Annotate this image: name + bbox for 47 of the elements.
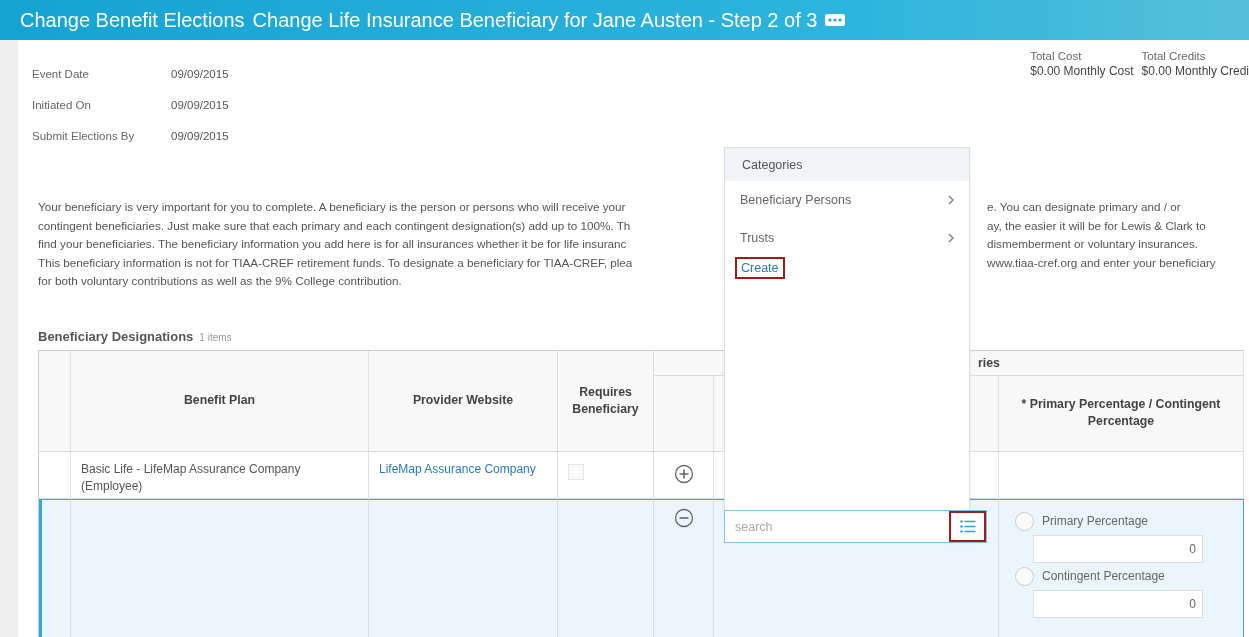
section-title: Beneficiary Designations — [38, 328, 194, 344]
remove-icon[interactable] — [673, 507, 694, 528]
field-label: Event Date — [32, 67, 90, 80]
field-label: Initiated On — [32, 98, 92, 111]
provider-link[interactable]: LifeMap Assurance Company — [369, 451, 546, 498]
intro-text: ay, the easier it will be for Lewis & Clark to — [987, 218, 1206, 234]
column-header: Requires Beneficiary — [558, 350, 654, 452]
radio-button[interactable] — [1015, 566, 1034, 586]
total-label: Total Cost — [1030, 50, 1083, 62]
page-title: Change Benefit Elections — [20, 8, 245, 32]
create-link[interactable]: Create — [735, 257, 785, 279]
table-cell — [39, 451, 71, 499]
list-icon[interactable] — [949, 511, 986, 542]
intro-text: This beneficiary information is not for TIAA-CREF retirement funds. To designate a beneficiary for TIAA-CREF, plea — [38, 255, 634, 271]
chevron-icon — [947, 233, 955, 243]
field-value: 09/09/2015 — [171, 98, 229, 111]
table-cell: Basic Life - LifeMap Assurance Company (Employee) — [71, 451, 369, 499]
intro-text: contingent beneficiaries. Just make sure that each primary and each contingent designation(s) add up to 100%. Th — [38, 218, 632, 234]
intro-text: for both voluntary contributions as well as the 9% College contribution. — [38, 274, 403, 289]
total-label: Total Credits — [1141, 50, 1207, 62]
checkbox[interactable] — [568, 463, 584, 480]
column-header: * Primary Percentage / Contingent Percentage — [999, 375, 1244, 452]
intro-text: Your beneficiary is very important for you to complete. A beneficiary is the person or persons who will receive your — [38, 200, 627, 215]
more-icon[interactable] — [825, 14, 846, 26]
radio-label: Primary Percentage — [1042, 514, 1149, 528]
percentage-field[interactable]: 0 — [1033, 534, 1203, 563]
field-label: Submit Elections By — [32, 129, 136, 142]
radio-label: Contingent Percentage — [1042, 569, 1165, 583]
intro-text: e. You can designate primary and / or — [987, 200, 1181, 215]
total-value: $0.00 Monthly Credi — [1141, 64, 1249, 78]
intro-text: www.tiaa-cref.org and enter your beneficiary — [987, 255, 1216, 271]
menu-header: Categories — [725, 148, 969, 181]
menu-item[interactable]: Trusts — [725, 219, 969, 257]
item-count: 1 items — [199, 331, 232, 343]
percentage-field[interactable]: 0 — [1033, 589, 1203, 618]
chevron-icon — [947, 195, 955, 205]
intro-text: find your beneficiaries. The beneficiary information you add here is for all insurances whether it be for life insuranc — [38, 237, 628, 252]
field-value: 09/09/2015 — [171, 67, 229, 80]
field-value: 09/09/2015 — [171, 129, 229, 142]
intro-text: dismemberment or voluntary insurances. — [987, 237, 1199, 252]
radio-button[interactable] — [1015, 511, 1034, 531]
total-value: $0.00 Monthly Cost — [1030, 64, 1134, 78]
column-header: Provider Website — [369, 350, 558, 452]
page-subtitle: Change Life Insurance Beneficiary for Jane Austen - Step 2 of 3 — [252, 8, 818, 32]
add-icon[interactable] — [673, 463, 694, 484]
column-header: Benefit Plan — [71, 350, 369, 452]
menu-item[interactable]: Beneficiary Persons — [725, 181, 969, 219]
